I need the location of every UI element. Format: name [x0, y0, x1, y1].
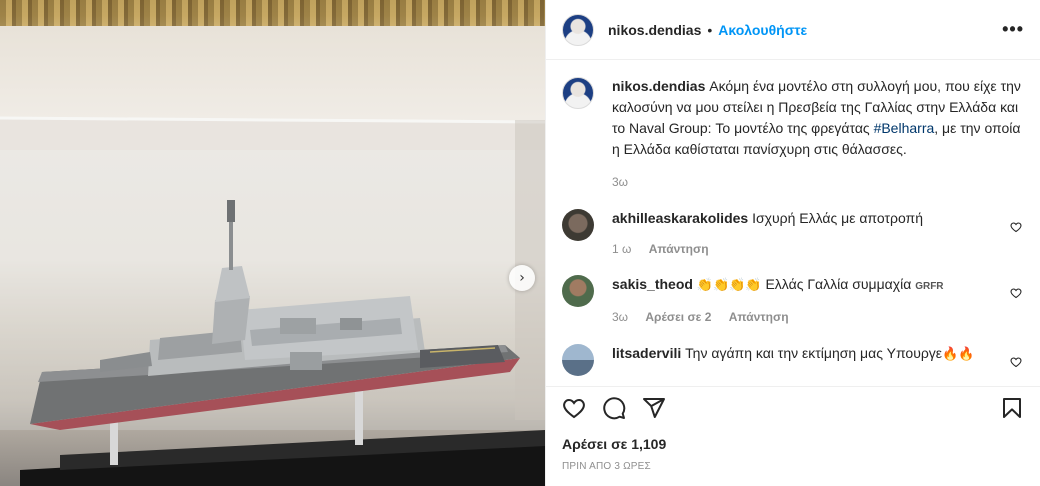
commenter-avatar[interactable] — [562, 209, 594, 241]
heart-icon[interactable] — [562, 396, 586, 420]
owner-avatar-small[interactable] — [562, 77, 594, 109]
comment-like-icon[interactable] — [1010, 355, 1022, 371]
comment-like-icon[interactable] — [1010, 220, 1022, 236]
flag-text: GRFR — [915, 281, 944, 292]
next-slide-button[interactable]: › — [509, 265, 535, 291]
reply-button[interactable]: Απάντηση — [649, 242, 709, 256]
comment-item: sakis_theod 👏👏👏👏 Ελλάς Γαλλία συμμαχία G… — [562, 274, 1024, 325]
comment-text: Ισχυρή Ελλάς με αποτροπή — [752, 210, 923, 226]
likes-count[interactable]: Αρέσει σε 1,109 — [562, 436, 1024, 452]
comments-list[interactable]: nikos.dendias Ακόμη ένα μοντέλο στη συλλ… — [546, 60, 1040, 386]
caption: nikos.dendias Ακόμη ένα μοντέλο στη συλλ… — [562, 76, 1024, 190]
comment-age: 1 ω — [612, 242, 632, 256]
post-actions: Αρέσει σε 1,109 ΠΡΙΝ ΑΠΟ 3 ΩΡΕΣ — [546, 386, 1040, 486]
post-media[interactable]: › — [0, 0, 545, 486]
commenter-avatar[interactable] — [562, 275, 594, 307]
share-icon[interactable] — [642, 396, 666, 420]
fire-emoji: 🔥🔥 — [942, 346, 975, 361]
post-sidebar: nikos.dendias • Ακολουθήστε ••• nikos.de… — [545, 0, 1040, 486]
follow-button[interactable]: Ακολουθήστε — [718, 22, 807, 38]
comment-username[interactable]: litsadervili — [612, 345, 681, 361]
comment-username[interactable]: sakis_theod — [612, 276, 693, 292]
owner-username[interactable]: nikos.dendias — [608, 22, 701, 38]
comment-age: 3ω — [612, 310, 629, 324]
reply-button[interactable]: Απάντηση — [729, 310, 789, 324]
bookmark-icon[interactable] — [1000, 396, 1024, 420]
comment-icon[interactable] — [602, 396, 626, 420]
comment-likes[interactable]: Αρέσει σε 2 — [645, 310, 711, 324]
comment-item: litsadervili Την αγάπη και την εκτίμηση … — [562, 343, 1024, 376]
comment-username[interactable]: akhilleaskarakolides — [612, 210, 748, 226]
comment-text: Την αγάπη και την εκτίμηση μας Υπουργε — [685, 345, 943, 361]
commenter-avatar[interactable] — [562, 344, 594, 376]
comment-text: Ελλάς Γαλλία συμμαχία — [765, 276, 912, 292]
hashtag-link[interactable]: #Belharra — [874, 120, 935, 136]
separator-dot: • — [707, 21, 713, 38]
comment-like-icon[interactable] — [1010, 286, 1022, 302]
ship-model-photo — [0, 116, 545, 486]
post-header: nikos.dendias • Ακολουθήστε ••• — [546, 0, 1040, 60]
comment-item: akhilleaskarakolides Ισχυρή Ελλάς με απο… — [562, 208, 1024, 257]
post-timestamp: ΠΡΙΝ ΑΠΟ 3 ΩΡΕΣ — [562, 461, 651, 472]
chevron-right-icon: › — [519, 270, 525, 286]
clap-emoji: 👏👏👏👏 — [696, 277, 762, 292]
caption-age: 3ω — [612, 175, 629, 189]
owner-avatar[interactable] — [562, 13, 594, 46]
more-options-icon[interactable]: ••• — [1002, 19, 1024, 40]
caption-username[interactable]: nikos.dendias — [612, 78, 705, 94]
